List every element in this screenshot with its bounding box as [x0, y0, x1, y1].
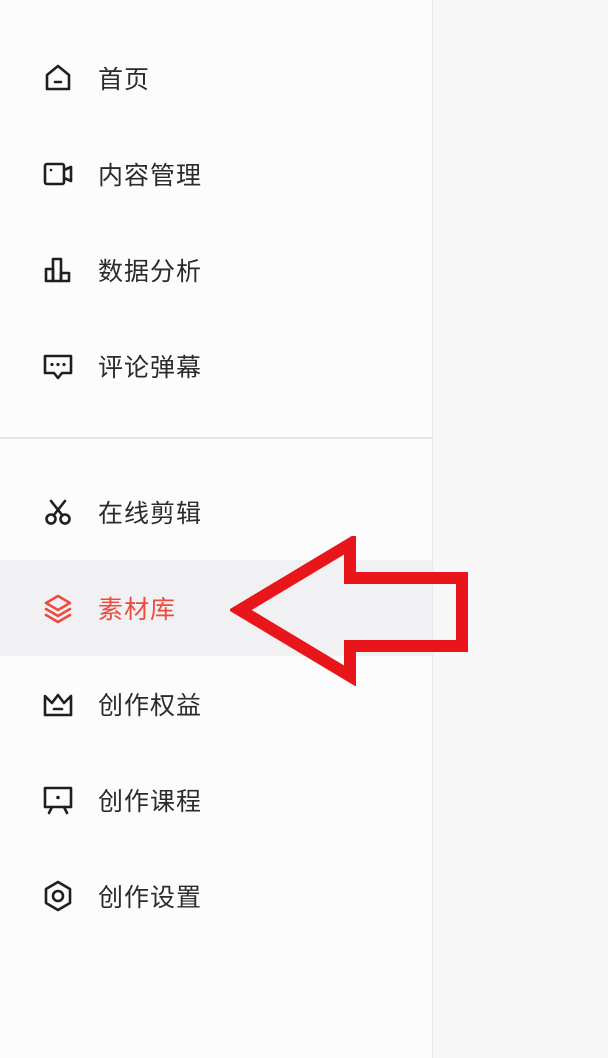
sidebar: 首页 内容管理 数据分析 评论弹幕 在线剪辑 素材库 创作权益 创作课程 创作设… [0, 0, 433, 1058]
sidebar-item-label: 首页 [98, 65, 151, 94]
sidebar-item-data-analysis[interactable]: 数据分析 [0, 222, 432, 318]
sidebar-item-label: 评论弹幕 [98, 353, 203, 382]
crown-icon [40, 686, 76, 722]
sidebar-item-creator-courses[interactable]: 创作课程 [0, 752, 432, 848]
comment-icon [40, 348, 76, 384]
sidebar-item-creator-benefits[interactable]: 创作权益 [0, 656, 432, 752]
scissors-icon [40, 494, 76, 530]
sidebar-item-label: 创作权益 [98, 691, 203, 720]
sidebar-item-label: 数据分析 [98, 257, 203, 286]
main-content-area [433, 0, 608, 1058]
sidebar-item-content-management[interactable]: 内容管理 [0, 126, 432, 222]
hex-gear-icon [40, 878, 76, 914]
bar-chart-icon [40, 252, 76, 288]
sidebar-item-home[interactable]: 首页 [0, 30, 432, 126]
presentation-icon [40, 782, 76, 818]
video-camera-icon [40, 156, 76, 192]
sidebar-item-label: 素材库 [98, 595, 177, 624]
sidebar-item-comments[interactable]: 评论弹幕 [0, 318, 432, 414]
sidebar-item-label: 创作课程 [98, 787, 203, 816]
sidebar-divider [0, 437, 432, 439]
sidebar-item-online-editing[interactable]: 在线剪辑 [0, 464, 432, 560]
sidebar-item-label: 内容管理 [98, 161, 203, 190]
sidebar-item-label: 在线剪辑 [98, 499, 203, 528]
layers-icon [40, 590, 76, 626]
sidebar-item-creator-settings[interactable]: 创作设置 [0, 848, 432, 944]
home-icon [40, 60, 76, 96]
sidebar-item-asset-library[interactable]: 素材库 [0, 560, 432, 656]
sidebar-item-label: 创作设置 [98, 883, 203, 912]
